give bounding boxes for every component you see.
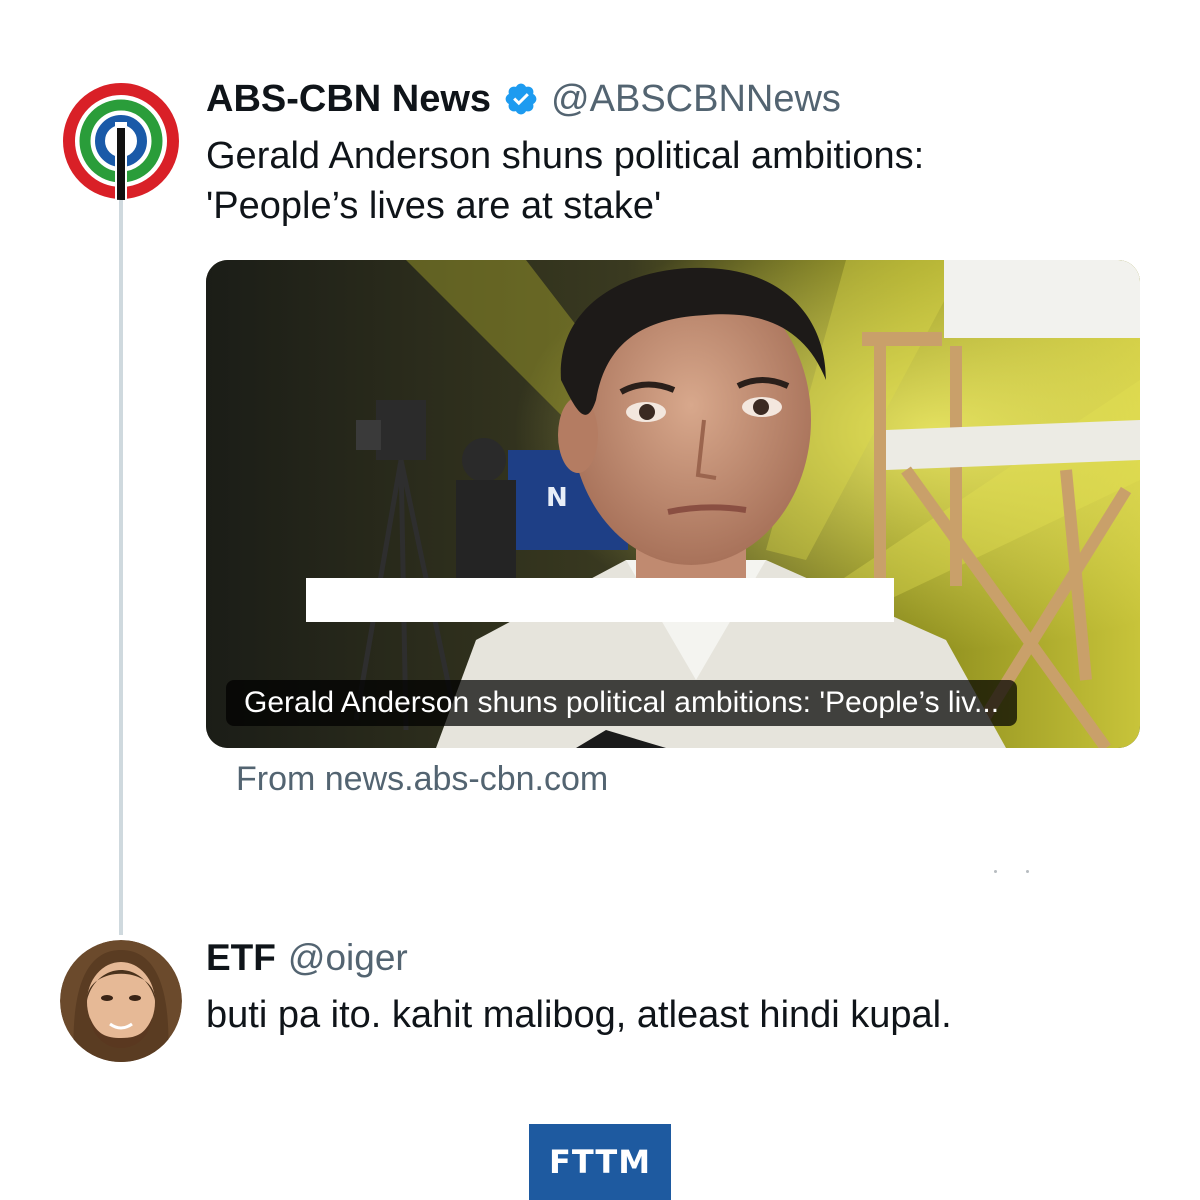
tweet-text-line: 'People’s lives are at stake' — [206, 185, 662, 227]
redaction-bar — [306, 578, 894, 622]
abs-cbn-logo-icon — [62, 82, 180, 200]
etf-avatar[interactable] — [60, 940, 182, 1062]
abs-cbn-avatar[interactable] — [62, 82, 180, 200]
thread-connector-line — [119, 200, 123, 935]
card-source-link[interactable]: From news.abs-cbn.com — [236, 760, 608, 799]
decorative-dots — [994, 870, 1034, 876]
user-avatar-image — [60, 940, 182, 1062]
tweet-text: Gerald Anderson shuns political ambition… — [206, 131, 924, 231]
tweet-header: ABS-CBN News @ABSCBNNews — [206, 74, 841, 124]
reply-handle[interactable]: @oiger — [288, 937, 408, 979]
reply-text: buti pa ito. kahit malibog, atleast hind… — [206, 994, 952, 1036]
reply-display-name[interactable]: ETF — [206, 937, 276, 979]
background-sign-text: N — [546, 483, 568, 513]
article-thumbnail-image: N — [206, 260, 1140, 748]
fttm-logo: FTTM — [529, 1124, 671, 1200]
reply-header: ETF @oiger — [206, 935, 408, 981]
verified-badge-icon — [505, 83, 537, 115]
tweet-text-line: Gerald Anderson shuns political ambition… — [206, 135, 925, 177]
fttm-logo-text: FTTM — [548, 1143, 652, 1181]
link-preview-card[interactable]: N Gerald Anderson shuns political ambiti… — [206, 260, 1140, 748]
author-display-name[interactable]: ABS-CBN News — [206, 78, 491, 121]
author-handle[interactable]: @ABSCBNNews — [551, 78, 841, 121]
card-title-overlay[interactable]: Gerald Anderson shuns political ambition… — [226, 680, 1018, 726]
